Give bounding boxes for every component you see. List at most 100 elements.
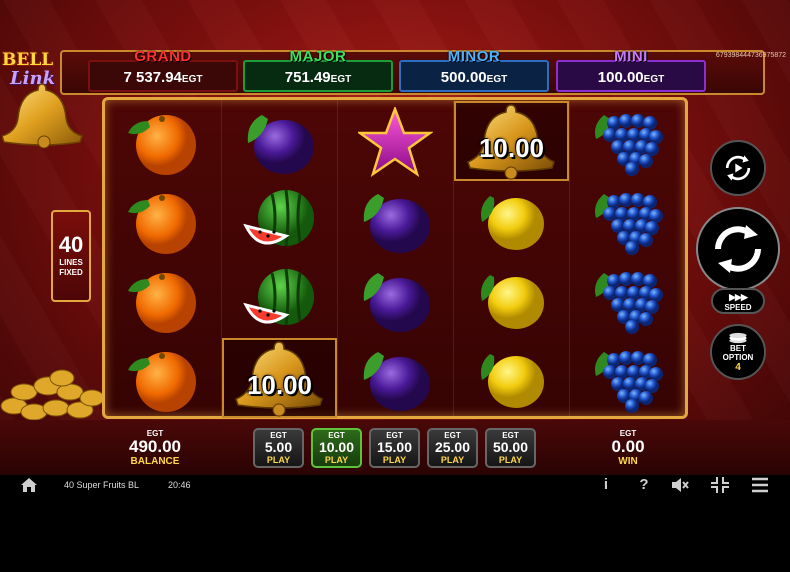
lines-label: LINES	[59, 258, 83, 267]
home-icon[interactable]	[20, 477, 38, 493]
balance-value: 490.00	[129, 437, 181, 456]
lemon-icon	[481, 275, 544, 329]
grapes-symbol	[570, 101, 685, 181]
jackpot-mini: MINI 100.00EGT	[556, 48, 706, 92]
jackpot-grand-label: GRAND	[134, 48, 192, 65]
jackpot-id: 679398444736975872	[715, 52, 786, 59]
watermelon-symbol	[222, 180, 337, 260]
speed-arrows-icon: ▶▶▶	[729, 292, 748, 302]
lemon-symbol	[454, 338, 569, 418]
grapes-symbol	[570, 338, 685, 418]
lines-fixed-label: FIXED	[59, 268, 83, 277]
orange-icon	[128, 194, 196, 254]
bet-button[interactable]: EGT 10.00 PLAY	[311, 428, 362, 468]
jackpot-grand: GRAND 7 537.94EGT	[88, 48, 238, 92]
jackpot-major-label: MAJOR	[289, 48, 347, 65]
menu-icon[interactable]	[750, 476, 770, 494]
orange-symbol	[106, 101, 221, 181]
bet-label: PLAY	[382, 455, 407, 465]
jackpot-grand-unit: EGT	[181, 74, 203, 85]
watermelon-icon	[243, 189, 314, 247]
watermelon-icon	[243, 268, 314, 326]
lines-count: 40	[58, 232, 84, 257]
bet-option-label-2: OPTION	[722, 352, 754, 362]
star-symbol	[338, 101, 453, 181]
fullscreen-exit-icon[interactable]	[710, 476, 730, 494]
bet-label: PLAY	[498, 455, 523, 465]
bet-value: 5.00	[264, 439, 293, 455]
mute-icon[interactable]	[670, 476, 690, 494]
help-icon[interactable]: ?	[634, 476, 654, 494]
lemon-symbol	[454, 180, 569, 260]
plum-symbol	[222, 101, 337, 181]
plum-icon	[363, 352, 430, 411]
speed-label: SPEED	[724, 303, 752, 312]
plum-symbol	[338, 259, 453, 339]
bell-value: 10.00	[478, 133, 545, 163]
orange-symbol	[106, 259, 221, 339]
grapes-icon	[595, 272, 663, 334]
grapes-icon	[595, 193, 663, 255]
grapes-icon	[595, 114, 663, 176]
plum-icon	[363, 273, 430, 332]
bet-value: 15.00	[376, 439, 413, 455]
grapes-icon	[595, 351, 663, 413]
bet-value: 10.00	[318, 439, 355, 455]
bet-button[interactable]: EGT 50.00 PLAY	[485, 428, 536, 468]
lemon-icon	[481, 196, 544, 250]
jackpot-grand-value: 7 537.94	[123, 69, 182, 86]
grapes-symbol	[570, 180, 685, 260]
orange-icon	[128, 273, 196, 333]
autoplay-button[interactable]	[710, 140, 766, 196]
win-label: WIN	[618, 456, 638, 467]
plum-symbol	[338, 338, 453, 418]
clock: 20:46	[168, 480, 191, 490]
orange-icon	[128, 352, 196, 412]
jackpot-minor: MINOR 500.00EGT	[399, 48, 549, 92]
jackpot-major-value: 751.49	[284, 69, 331, 86]
game-stage: BELL Link GRAND 7 537.94EGT MAJOR 751.49…	[0, 0, 790, 475]
win-display: EGT 0.00 WIN	[598, 429, 658, 467]
gold-coins-icon	[0, 369, 105, 421]
jackpot-bar: GRAND 7 537.94EGT MAJOR 751.49EGT MINOR …	[60, 48, 765, 95]
bet-button[interactable]: EGT 15.00 PLAY	[369, 428, 420, 468]
jackpot-mini-label: MINI	[614, 48, 648, 65]
bet-label: PLAY	[440, 455, 465, 465]
bet-option-value: 4	[735, 361, 741, 373]
balance-display: EGT 490.00 BALANCE	[120, 429, 190, 467]
lemon-symbol	[454, 259, 569, 339]
plum-icon	[363, 194, 430, 253]
spin-icon	[715, 225, 761, 273]
jackpot-mini-unit: EGT	[643, 74, 665, 85]
game-name: 40 Super Fruits BL	[64, 480, 140, 490]
spin-button[interactable]	[696, 207, 780, 291]
bet-value: 50.00	[492, 439, 529, 455]
jackpot-major: MAJOR 751.49EGT	[243, 48, 393, 92]
info-icon[interactable]: i	[596, 476, 616, 494]
lemon-icon	[481, 354, 544, 408]
bet-label: PLAY	[324, 455, 349, 465]
bet-label: PLAY	[266, 455, 291, 465]
lines-indicator: 40 LINES FIXED	[51, 210, 91, 302]
watermelon-symbol	[222, 259, 337, 339]
jackpot-minor-label: MINOR	[447, 48, 501, 65]
star-icon	[358, 107, 433, 177]
logo-bell-text: BELL	[2, 50, 54, 70]
bell-symbol: 10.00	[454, 101, 569, 181]
jackpot-mini-value: 100.00	[597, 69, 644, 86]
orange-symbol	[106, 180, 221, 260]
bet-button[interactable]: EGT 25.00 PLAY	[427, 428, 478, 468]
speed-button[interactable]: ▶▶▶ SPEED	[711, 288, 765, 314]
jackpot-major-unit: EGT	[330, 74, 352, 85]
bet-option-label: BET	[730, 343, 746, 353]
jackpot-minor-value: 500.00	[440, 69, 487, 86]
bottom-bar: EGT 490.00 BALANCE EGT 5.00 PLAY EGT 10.00 PL…	[0, 420, 790, 475]
bell-symbol: 10.00	[222, 338, 337, 418]
bell-value: 10.00	[246, 370, 313, 400]
autoplay-icon	[725, 155, 751, 181]
jackpot-minor-unit: EGT	[486, 74, 508, 85]
bet-option-button[interactable]: BET OPTION 4	[710, 324, 766, 380]
orange-icon	[128, 115, 196, 175]
bet-button[interactable]: EGT 5.00 PLAY	[253, 428, 304, 468]
balance-label: BALANCE	[130, 456, 180, 467]
